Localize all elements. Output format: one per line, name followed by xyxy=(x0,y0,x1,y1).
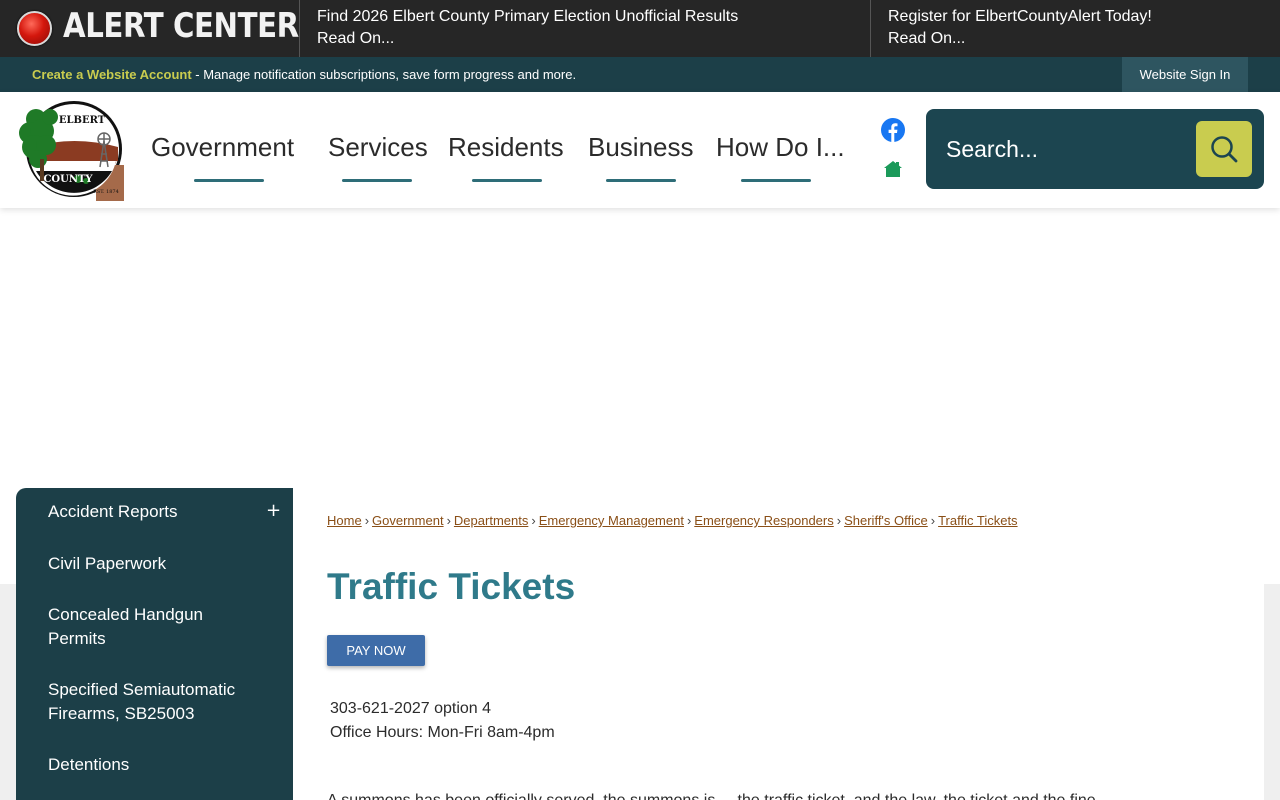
breadcrumb-departments[interactable]: Departments xyxy=(454,513,528,528)
county-logo[interactable]: ELBERT COUNTY EST. 1874 xyxy=(16,99,128,201)
breadcrumb-emergency-management[interactable]: Emergency Management xyxy=(539,513,684,528)
create-account-link[interactable]: Create a Website Account xyxy=(32,67,192,82)
nav-residents[interactable]: Residents xyxy=(448,132,564,163)
search-icon xyxy=(1211,136,1238,163)
breadcrumb-separator: › xyxy=(686,513,692,528)
alert-read-on-link[interactable]: Read On... xyxy=(317,28,870,50)
logo-top-text: ELBERT xyxy=(59,115,106,126)
breadcrumb-home[interactable]: Home xyxy=(327,513,362,528)
breadcrumb-separator: › xyxy=(836,513,842,528)
sidebar-nav: Accident Reports + Civil Paperwork Conce… xyxy=(16,488,293,800)
nav-underline xyxy=(194,179,264,182)
sidebar-item-semiautomatic-firearms[interactable]: Specified Semiautomatic Firearms, SB2500… xyxy=(48,678,263,726)
sidebar-item-civil-paperwork[interactable]: Civil Paperwork xyxy=(48,552,166,576)
body-text: A summons has been officially served, th… xyxy=(327,792,1227,800)
alert-bar: ALERT CENTER Find 2026 Elbert County Pri… xyxy=(0,0,1280,57)
breadcrumb-separator: › xyxy=(446,513,451,528)
main-content: Home › Government › Departments › Emergency Ma… xyxy=(293,488,1264,800)
alert-headline: Register for ElbertCountyAlert Today! xyxy=(888,8,1152,25)
sign-in-button[interactable]: Website Sign In xyxy=(1122,57,1248,92)
nav-business[interactable]: Business xyxy=(588,132,694,163)
nav-how-do-i[interactable]: How Do I... xyxy=(716,132,845,163)
alert-read-on-link[interactable]: Read On... xyxy=(888,28,1280,50)
breadcrumb-separator: › xyxy=(364,513,370,528)
search-button[interactable] xyxy=(1196,121,1252,177)
account-bar: Create a Website Account - Manage notifi… xyxy=(0,57,1280,92)
logo-est-text: EST. 1874 xyxy=(93,189,119,195)
account-description: - Manage notification subscriptions, sav… xyxy=(191,67,577,82)
facebook-icon[interactable] xyxy=(881,118,905,142)
site-header: ELBERT COUNTY EST. 1874 Government Servi… xyxy=(0,92,1280,208)
breadcrumb-emergency-responders[interactable]: Emergency Responders xyxy=(694,513,833,528)
pay-now-button[interactable]: PAY NOW xyxy=(327,635,425,666)
sidebar-item-accident-reports[interactable]: Accident Reports xyxy=(48,500,177,524)
nav-government[interactable]: Government xyxy=(151,132,294,163)
search-input[interactable] xyxy=(946,129,1186,169)
alert-center[interactable]: ALERT CENTER xyxy=(0,0,300,57)
alert-item-election[interactable]: Find 2026 Elbert County Primary Election… xyxy=(300,0,870,57)
breadcrumb: Home › Government › Departments › Emergency Ma… xyxy=(327,513,1018,528)
alert-item-register[interactable]: Register for ElbertCountyAlert Today! Re… xyxy=(870,0,1280,57)
page-title: Traffic Tickets xyxy=(327,566,576,607)
nav-underline xyxy=(472,179,542,182)
logo-bottom-text: COUNTY xyxy=(43,174,93,185)
breadcrumb-separator: › xyxy=(531,513,536,528)
home-icon[interactable] xyxy=(883,160,903,178)
alert-headline: Find 2026 Elbert County Primary Election… xyxy=(317,8,739,25)
breadcrumb-separator: › xyxy=(930,513,936,528)
nav-underline xyxy=(342,179,412,182)
expand-icon[interactable]: + xyxy=(266,500,281,521)
phone-number: 303-621-2027 option 4 xyxy=(330,700,492,717)
account-message: Create a Website Account - Manage notifi… xyxy=(32,67,576,82)
breadcrumb-sheriffs-office[interactable]: Sheriff's Office xyxy=(844,513,928,528)
breadcrumb-traffic-tickets[interactable]: Traffic Tickets xyxy=(938,513,1017,528)
nav-underline xyxy=(741,179,811,182)
sidebar-item-detentions[interactable]: Detentions xyxy=(48,753,129,777)
nav-underline xyxy=(606,179,676,182)
nav-services[interactable]: Services xyxy=(328,132,428,163)
alert-center-title: ALERT CENTER xyxy=(63,6,299,46)
breadcrumb-government[interactable]: Government xyxy=(372,513,444,528)
sidebar-item-concealed-handgun[interactable]: Concealed Handgun Permits xyxy=(48,603,248,651)
alert-icon xyxy=(17,11,52,46)
office-hours: Office Hours: Mon-Fri 8am-4pm xyxy=(330,724,555,741)
search-box xyxy=(926,109,1264,189)
